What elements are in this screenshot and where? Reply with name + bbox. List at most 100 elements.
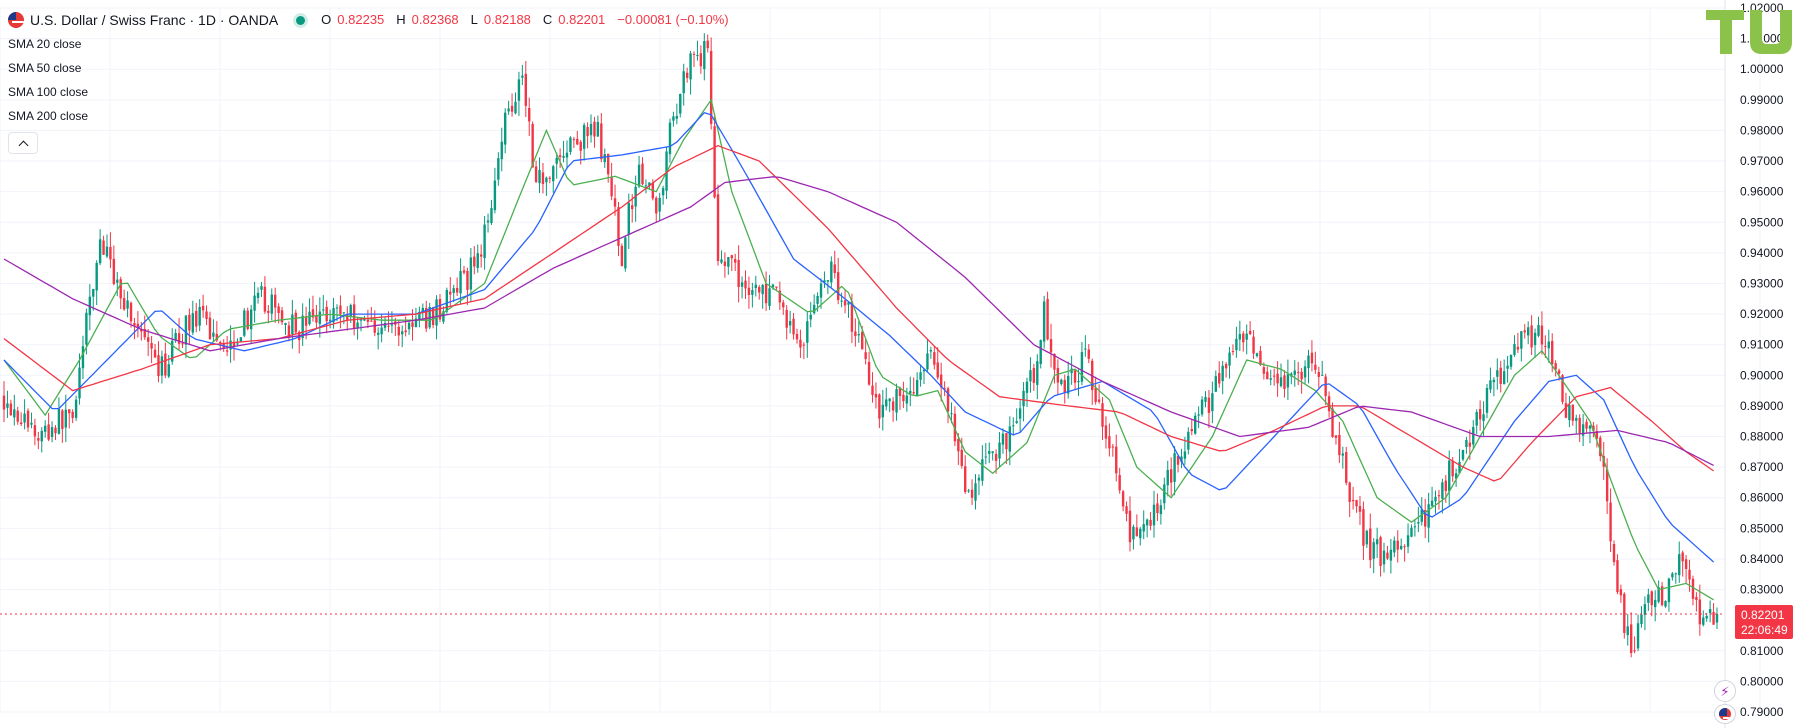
- candle: [1496, 358, 1499, 390]
- high-value: 0.82368: [411, 12, 459, 27]
- candle: [984, 442, 987, 465]
- indicator-sma-50[interactable]: SMA 50 close: [8, 56, 735, 80]
- candle: [301, 303, 304, 346]
- y-tick-label: 0.85000: [1740, 521, 1784, 535]
- candle: [1111, 443, 1115, 457]
- candle: [249, 304, 253, 344]
- candle: [318, 297, 322, 338]
- candle: [1204, 391, 1207, 408]
- bar-countdown: 22:06:49: [1741, 623, 1788, 637]
- candle: [81, 335, 85, 379]
- candle: [243, 308, 246, 338]
- candle: [184, 315, 188, 359]
- y-tick-label: 0.80000: [1740, 674, 1784, 688]
- candle: [655, 196, 658, 222]
- candle: [1355, 499, 1358, 513]
- candle: [1194, 412, 1197, 435]
- candle: [1303, 360, 1307, 385]
- candle: [181, 333, 184, 349]
- candle: [37, 431, 40, 450]
- market-status-icon[interactable]: [296, 15, 306, 25]
- candle: [291, 299, 294, 349]
- candle: [198, 299, 201, 332]
- candle: [1626, 614, 1629, 646]
- y-tick-label: 0.98000: [1740, 123, 1784, 137]
- candle: [1681, 550, 1684, 577]
- candle: [1341, 446, 1345, 469]
- indicator-sma-200[interactable]: SMA 200 close: [8, 104, 735, 128]
- candle: [418, 306, 421, 328]
- candle: [1331, 402, 1334, 438]
- candle: [397, 319, 400, 347]
- candle: [462, 265, 466, 275]
- candle: [785, 305, 788, 340]
- candle: [1351, 486, 1355, 510]
- candle: [1091, 358, 1094, 405]
- candle: [133, 317, 136, 340]
- candle: [1424, 498, 1427, 539]
- alert-button[interactable]: ⚡: [1714, 680, 1736, 702]
- candle: [1537, 316, 1540, 338]
- candle: [1338, 421, 1341, 464]
- indicator-sma-20[interactable]: SMA 20 close: [8, 32, 735, 56]
- sma-20-line: [3, 98, 1714, 601]
- candle: [730, 254, 733, 272]
- candle: [404, 316, 407, 337]
- candle: [466, 267, 469, 306]
- candle: [497, 152, 500, 186]
- candle: [1348, 481, 1351, 517]
- candle: [1115, 434, 1118, 482]
- candle: [1540, 311, 1544, 355]
- candle: [782, 299, 785, 315]
- tu-logo: [1706, 10, 1792, 54]
- candle: [1142, 510, 1145, 540]
- candle: [874, 382, 878, 409]
- candle: [1568, 395, 1571, 428]
- candle: [380, 314, 383, 343]
- candle: [50, 421, 54, 443]
- candle: [1623, 592, 1626, 639]
- candle: [359, 318, 363, 332]
- y-tick-label: 0.96000: [1740, 185, 1784, 199]
- candle: [122, 289, 126, 311]
- candle: [1018, 400, 1022, 432]
- candle: [1619, 584, 1623, 603]
- candle: [1520, 330, 1523, 362]
- candle: [486, 213, 490, 233]
- candle: [1269, 369, 1272, 386]
- candle: [661, 185, 665, 205]
- candle: [799, 329, 802, 358]
- y-tick-label: 0.94000: [1740, 246, 1784, 260]
- flag-button[interactable]: [1714, 704, 1736, 724]
- candle: [912, 377, 915, 395]
- change-value: −0.00081 (−0.10%): [617, 12, 729, 27]
- candle: [1314, 351, 1317, 374]
- candle: [1695, 592, 1698, 612]
- candle: [160, 350, 164, 384]
- candle: [1640, 606, 1643, 628]
- candle: [376, 327, 380, 350]
- candle: [19, 412, 23, 427]
- y-tick-label: 0.81000: [1740, 644, 1784, 658]
- candle: [2, 381, 6, 423]
- candle: [273, 287, 277, 323]
- y-tick-label: 0.97000: [1740, 154, 1784, 168]
- candle: [1060, 378, 1063, 386]
- candle: [339, 295, 342, 329]
- candle: [54, 425, 57, 441]
- candle: [473, 246, 476, 275]
- candle: [1101, 397, 1104, 441]
- moving-averages: [3, 98, 1715, 601]
- usd-chf-flag-icon: [8, 12, 24, 28]
- y-tick-label: 0.89000: [1740, 399, 1784, 413]
- candle: [1276, 361, 1279, 397]
- candle: [61, 409, 64, 443]
- collapse-legend-button[interactable]: [8, 132, 38, 154]
- candle: [716, 184, 720, 266]
- candle: [977, 474, 981, 496]
- indicator-sma-100[interactable]: SMA 100 close: [8, 80, 735, 104]
- candle: [246, 307, 249, 331]
- symbol-title[interactable]: U.S. Dollar / Swiss Franc · 1D · OANDA: [30, 8, 278, 32]
- candle: [758, 284, 761, 300]
- y-tick-label: 0.95000: [1740, 215, 1784, 229]
